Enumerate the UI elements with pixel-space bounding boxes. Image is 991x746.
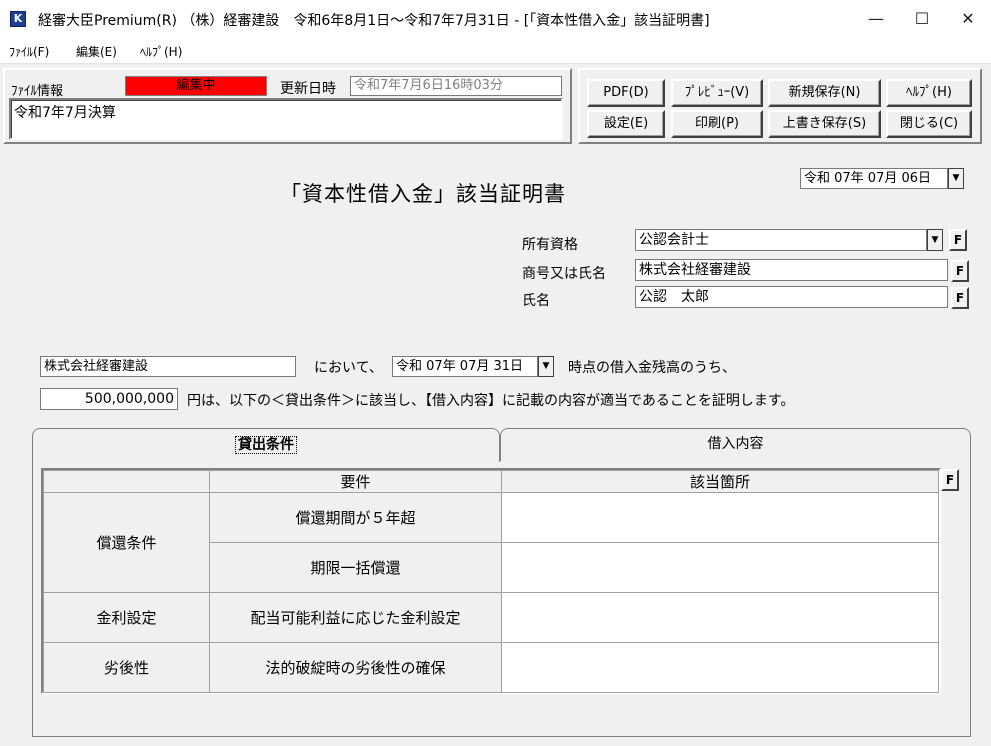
name-f-button[interactable]: F [951, 287, 969, 309]
statement-text-1: において、 [314, 360, 383, 376]
requirement-cell: 期限一括償還 [209, 542, 502, 593]
group-interest: 金利設定 [43, 592, 210, 643]
company-f-button[interactable]: F [951, 260, 969, 282]
requirement-cell: 償還期間が５年超 [209, 492, 502, 543]
status-badge: 編集中 [125, 76, 267, 96]
print-button[interactable]: 印刷(P) [671, 110, 763, 138]
chevron-down-icon[interactable]: ▼ [538, 356, 554, 377]
menu-file[interactable]: ﾌｧｲﾙ(F) [9, 43, 49, 60]
tab-loan-details[interactable]: 借入内容 [500, 428, 971, 461]
save-new-button[interactable]: 新規保存(N) [768, 79, 881, 107]
grid-header-blank [43, 470, 210, 493]
location-cell[interactable] [501, 592, 939, 643]
settings-button[interactable]: 設定(E) [587, 110, 665, 138]
app-icon: K [10, 11, 26, 27]
updated-label: 更新日時 [280, 81, 336, 97]
tab-conditions[interactable]: 貸出条件 [32, 428, 500, 462]
conditions-grid: 要件 該当箇所 償還条件 償還期間が５年超 期限一括償還 金利設定 配当可能利益… [41, 468, 941, 694]
minimize-button[interactable]: — [853, 0, 899, 38]
chevron-down-icon[interactable]: ▼ [948, 168, 964, 189]
maximize-button[interactable]: ☐ [899, 0, 945, 38]
title-bar: K 経審大臣Premium(R) （株）経審建設 令和6年8月1日～令和7年7月… [0, 0, 991, 38]
grid-header-location: 該当箇所 [501, 470, 939, 493]
requirement-cell: 法的破綻時の劣後性の確保 [209, 642, 502, 693]
grid-f-button[interactable]: F [941, 469, 959, 491]
qualification-f-button[interactable]: F [949, 229, 967, 251]
preview-button[interactable]: ﾌﾟﾚﾋﾞｭｰ(V) [671, 79, 763, 107]
menu-edit[interactable]: 編集(E) [76, 43, 117, 60]
memo-field[interactable]: 令和7年7月決算 [9, 98, 563, 140]
statement-company-field[interactable]: 株式会社経審建設 [40, 356, 296, 377]
name-field[interactable]: 公認 太郎 [635, 286, 948, 308]
group-repayment: 償還条件 [43, 492, 210, 593]
location-cell[interactable] [501, 542, 939, 593]
document-date-field[interactable]: 令和 07年 07月 06日 [800, 168, 948, 189]
requirement-cell: 配当可能利益に応じた金利設定 [209, 592, 502, 643]
help-button[interactable]: ﾍﾙﾌﾟ(H) [886, 79, 972, 107]
updated-field: 令和7年7月6日16時03分 [350, 76, 562, 96]
menu-help[interactable]: ﾍﾙﾌﾟ(H) [140, 43, 182, 60]
statement-text-2: 時点の借入金残高のうち、 [568, 360, 736, 376]
toolbar-panel: PDF(D) ﾌﾟﾚﾋﾞｭｰ(V) 新規保存(N) ﾍﾙﾌﾟ(H) 設定(E) … [578, 68, 982, 144]
qualification-select[interactable]: 公認会計士 [635, 229, 927, 251]
group-subordination: 劣後性 [43, 642, 210, 693]
close-window-button[interactable]: ✕ [945, 0, 991, 38]
location-cell[interactable] [501, 642, 939, 693]
statement-text-3: 円は、以下の＜貸出条件＞に該当し、【借入内容】に記載の内容が適当であることを証明… [187, 393, 795, 409]
location-cell[interactable] [501, 492, 939, 543]
close-button[interactable]: 閉じる(C) [886, 110, 972, 138]
grid-header-requirement: 要件 [209, 470, 502, 493]
qualification-label: 所有資格 [522, 237, 578, 253]
pdf-button[interactable]: PDF(D) [587, 79, 665, 107]
chevron-down-icon[interactable]: ▼ [927, 229, 943, 251]
file-info-panel: ﾌｧｲﾙ情報 編集中 更新日時 令和7年7月6日16時03分 令和7年7月決算 [3, 68, 572, 144]
company-field[interactable]: 株式会社経審建設 [635, 259, 948, 281]
tab-conditions-label: 貸出条件 [235, 436, 297, 454]
company-label: 商号又は氏名 [522, 266, 606, 282]
file-info-label: ﾌｧｲﾙ情報 [11, 84, 64, 99]
name-label: 氏名 [522, 293, 550, 309]
menu-bar: ﾌｧｲﾙ(F) 編集(E) ﾍﾙﾌﾟ(H) [0, 38, 991, 64]
document-title: 「資本性借入金」該当証明書 [280, 182, 566, 206]
window-title: 経審大臣Premium(R) （株）経審建設 令和6年8月1日～令和7年7月31… [38, 13, 710, 29]
statement-date-field[interactable]: 令和 07年 07月 31日 [392, 356, 538, 377]
overwrite-save-button[interactable]: 上書き保存(S) [768, 110, 881, 138]
amount-field[interactable]: 500,000,000 [40, 388, 178, 410]
